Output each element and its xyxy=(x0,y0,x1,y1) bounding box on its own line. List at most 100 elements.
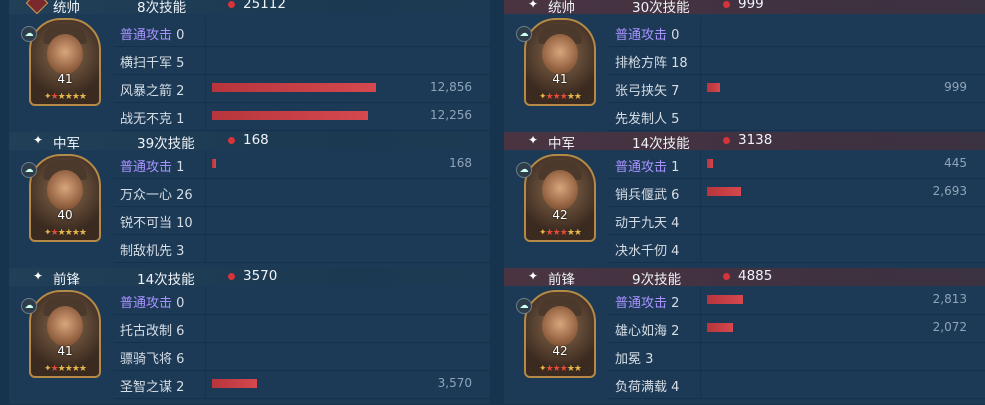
skill-use-count: 18 xyxy=(671,56,688,71)
skill-name: 加冕 3 xyxy=(615,348,653,367)
divider xyxy=(205,342,206,370)
skill-row: 托古改制 6 xyxy=(114,314,490,343)
skill-name: 托古改制 6 xyxy=(120,320,184,339)
divider xyxy=(205,206,206,234)
skill-use-count: 10 xyxy=(176,216,193,231)
face-art xyxy=(542,34,578,74)
skill-use-count: 1 xyxy=(176,112,185,127)
skill-use-count: 5 xyxy=(671,112,680,127)
star-icon: ✦ xyxy=(528,133,539,147)
skill-name-text: 万众一心 xyxy=(120,188,173,203)
unit-type-icon: ☁ xyxy=(21,162,37,178)
damage-value: 2,693 xyxy=(932,184,967,198)
skill-name: 雄心如海 2 xyxy=(615,320,679,339)
skill-name-text: 普通攻击 xyxy=(120,28,173,43)
skill-name: 张弓挟矢 7 xyxy=(615,80,679,99)
divider xyxy=(700,370,701,398)
face-art xyxy=(47,306,83,346)
skill-row: 锐不可当 10 xyxy=(114,206,490,235)
skill-use-count: 26 xyxy=(176,188,193,203)
divider xyxy=(700,286,701,314)
general-portrait[interactable]: 41 ✦★★★★★ xyxy=(29,290,101,378)
general-section: ✦ 中军 39次技能 168 40 ✦★★★★★ ☁ 普通攻击 1 168 万众一心 26 锐不可当… xyxy=(9,132,490,268)
skill-row: 加冕 3 xyxy=(609,342,985,371)
face-art xyxy=(542,170,578,210)
star-icon: ✦ xyxy=(33,269,44,283)
damage-bar xyxy=(707,159,713,168)
skill-name-text: 普通攻击 xyxy=(615,28,668,43)
skill-name: 普通攻击 1 xyxy=(615,156,679,175)
section-header: ✦ 统帅 30次技能 999 xyxy=(504,0,985,16)
skill-row: 普通攻击 0 xyxy=(114,18,490,47)
skill-name-text: 普通攻击 xyxy=(120,160,173,175)
skill-name: 圣智之谋 2 xyxy=(120,376,184,395)
skill-use-count: 1 xyxy=(671,160,680,175)
skill-use-count: 0 xyxy=(176,28,185,43)
divider xyxy=(205,18,206,46)
skill-use-count: 2 xyxy=(176,84,185,99)
skill-name: 制敌机先 3 xyxy=(120,240,184,259)
damage-value: 999 xyxy=(944,80,967,94)
divider xyxy=(205,370,206,398)
star-rating: ✦★★★★★ xyxy=(539,92,582,102)
damage-value: 2,813 xyxy=(932,292,967,306)
unit-type-icon: ☁ xyxy=(516,162,532,178)
skill-row: 雄心如海 2 2,072 xyxy=(609,314,985,343)
skill-row: 战无不克 1 12,256 xyxy=(114,102,490,131)
skill-row: 圣智之谋 2 3,570 xyxy=(114,370,490,399)
skill-name: 销兵偃武 6 xyxy=(615,184,679,203)
role-label: 中军 xyxy=(548,136,575,152)
damage-bar xyxy=(212,111,368,120)
general-portrait[interactable]: 40 ✦★★★★★ xyxy=(29,154,101,242)
skill-row: 骠骑飞将 6 xyxy=(114,342,490,371)
skill-row: 普通攻击 0 xyxy=(609,18,985,47)
role-label: 中军 xyxy=(53,136,80,152)
skill-name-text: 制敌机先 xyxy=(120,244,173,259)
commander-emblem-icon xyxy=(25,0,49,15)
skill-use-count: 2 xyxy=(176,380,185,395)
skill-name: 普通攻击 0 xyxy=(120,292,184,311)
total-damage: 3138 xyxy=(738,132,773,148)
divider xyxy=(205,286,206,314)
general-section: ✦ 中军 14次技能 3138 42 ✦★★★★★ ☁ 普通攻击 1 445 销兵偃武 6 2,69… xyxy=(504,132,985,268)
general-portrait[interactable]: 42 ✦★★★★★ xyxy=(524,290,596,378)
skill-name-text: 圣智之谋 xyxy=(120,380,173,395)
skill-use-count: 3 xyxy=(645,352,654,367)
general-portrait[interactable]: 42 ✦★★★★★ xyxy=(524,154,596,242)
divider xyxy=(700,46,701,74)
skill-name-text: 销兵偃武 xyxy=(615,188,668,203)
face-art xyxy=(47,34,83,74)
skill-name: 动于九天 4 xyxy=(615,212,679,231)
star-icon: ✦ xyxy=(528,0,539,11)
divider xyxy=(700,18,701,46)
damage-bar xyxy=(212,159,216,168)
unit-type-icon: ☁ xyxy=(516,26,532,42)
skill-name: 决水千仞 4 xyxy=(615,240,679,259)
skill-row: 制敌机先 3 xyxy=(114,234,490,263)
red-dot-icon xyxy=(723,273,730,280)
divider xyxy=(205,46,206,74)
general-level: 41 xyxy=(57,72,73,86)
skill-row: 普通攻击 2 2,813 xyxy=(609,286,985,315)
skill-name-text: 负荷满载 xyxy=(615,380,668,395)
skill-name-text: 雄心如海 xyxy=(615,324,668,339)
skill-use-count: 4 xyxy=(671,216,680,231)
skill-name: 骠骑飞将 6 xyxy=(120,348,184,367)
red-dot-icon xyxy=(723,1,730,8)
general-portrait[interactable]: 41 ✦★★★★★ xyxy=(29,18,101,106)
skill-count: 39次技能 xyxy=(137,136,195,152)
general-portrait[interactable]: 41 ✦★★★★★ xyxy=(524,18,596,106)
skill-name-text: 张弓挟矢 xyxy=(615,84,668,99)
damage-bar xyxy=(212,83,376,92)
skill-name-text: 锐不可当 xyxy=(120,216,173,231)
skill-row: 张弓挟矢 7 999 xyxy=(609,74,985,103)
skill-use-count: 6 xyxy=(671,188,680,203)
red-dot-icon xyxy=(228,1,235,8)
section-header: ✦ 前锋 9次技能 4885 xyxy=(504,268,985,288)
red-dot-icon xyxy=(723,137,730,144)
total-damage: 3570 xyxy=(243,268,278,284)
damage-value: 3,570 xyxy=(437,376,472,390)
skill-row: 先发制人 5 xyxy=(609,102,985,131)
divider xyxy=(205,150,206,178)
skill-use-count: 6 xyxy=(176,352,185,367)
